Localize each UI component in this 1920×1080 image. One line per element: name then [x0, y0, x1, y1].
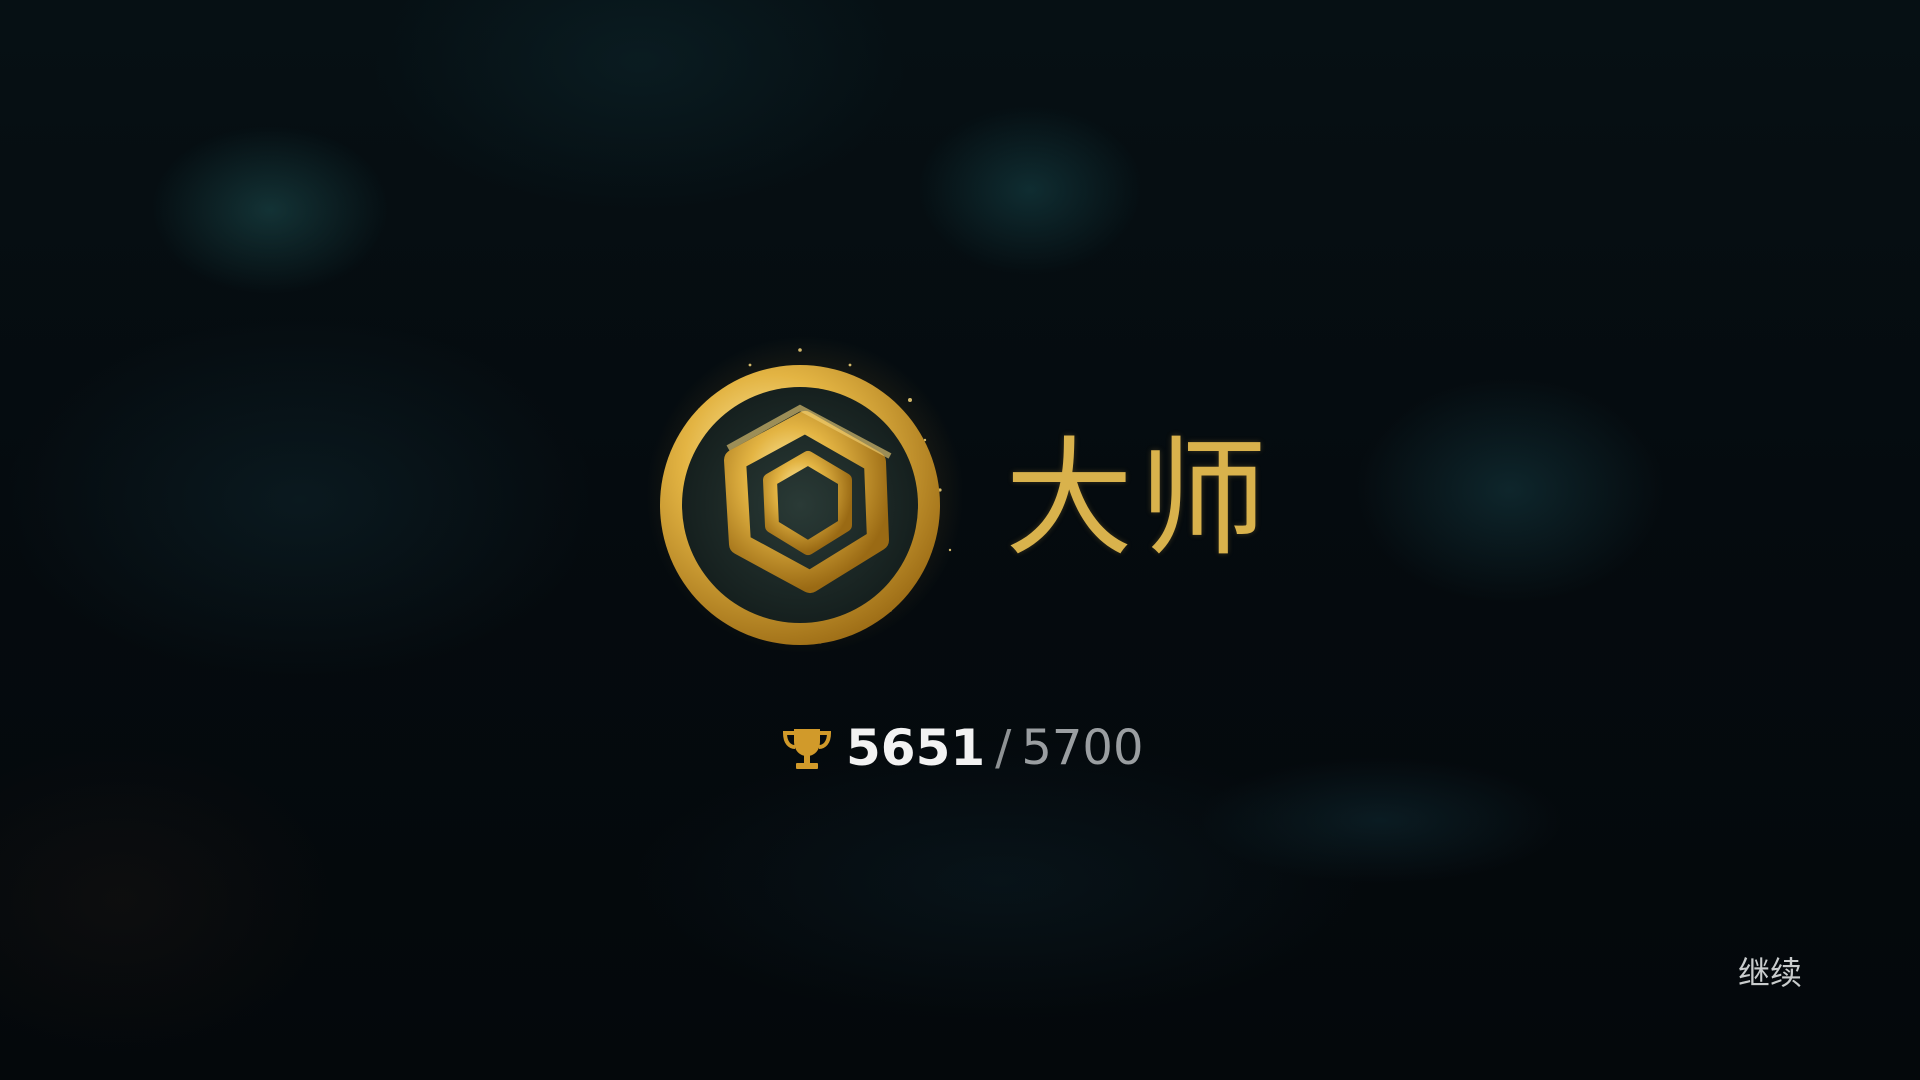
rank-points-row: 5651 / 5700 — [780, 718, 1144, 778]
rank-title: 大师 — [1005, 425, 1274, 574]
points-separator: / — [995, 720, 1012, 776]
rank-result-screen: 大师 5651 / 5700 继续 — [0, 0, 1920, 1080]
trophy-icon — [782, 729, 832, 769]
current-points: 5651 — [846, 719, 986, 777]
master-rank-emblem-icon — [660, 348, 952, 645]
rank-emblem — [640, 330, 970, 660]
target-points: 5700 — [1021, 720, 1144, 776]
continue-button[interactable]: 继续 — [1730, 948, 1810, 998]
